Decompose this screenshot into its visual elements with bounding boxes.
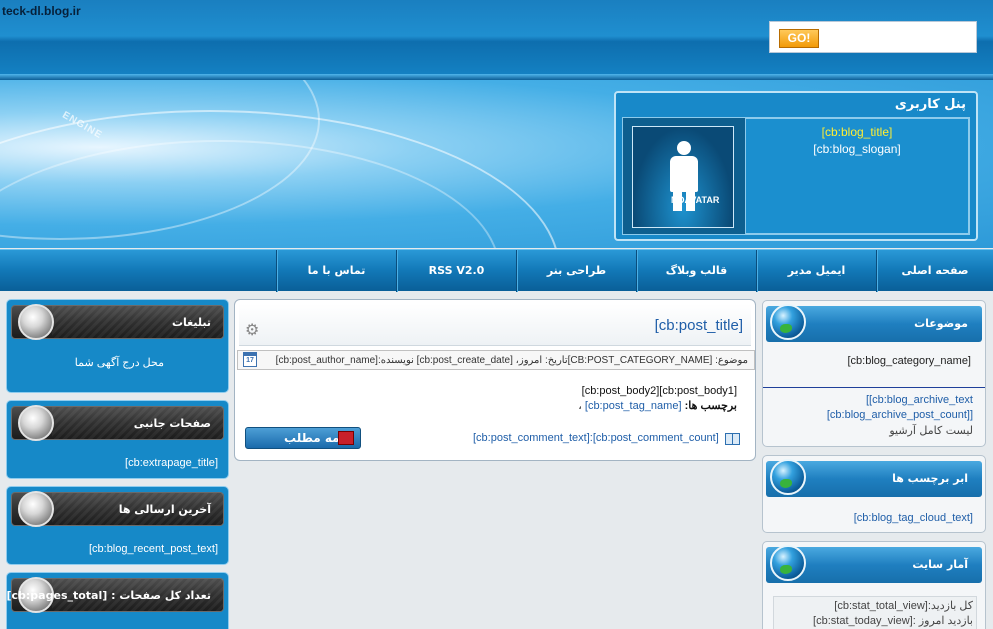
divider [763,387,985,388]
nav-item-contact[interactable]: تماس با ما [276,250,396,292]
header-bar: teck-dl.blog.ir GO! [0,0,993,80]
page-count-header: تعداد کل صفحات : [cb:pages_total] [6,577,224,613]
blog-slogan: [cb:blog_slogan] [813,142,901,156]
banner: ENGINE پنل کاربری NOAVATAR [cb:blog_titl… [0,80,993,248]
pages-title: صفحات جانبی [133,417,211,430]
stats-title: آمار سایت [912,558,968,571]
blog-title[interactable]: [cb:blog_title] [746,124,968,141]
nav-item-banner-design[interactable]: طراحی بنر [516,250,636,292]
globe-icon [770,545,806,581]
recent-post-link[interactable]: [cb:blog_recent_post_text] [89,543,218,555]
open-book-icon [725,433,740,445]
post-body: [cb:post_body1][cb:post_body2] برچسب ها:… [578,384,737,414]
post-tag-link[interactable]: [cb:post_tag_name] [585,400,682,412]
search-input[interactable] [824,27,972,49]
categories-title: موضوعات [914,317,968,330]
post-meta: موضوع: [CB:POST_CATEGORY_NAME]تاریخ: امر… [237,350,755,370]
recent-posts-box: آخرین ارسالی ها [cb:blog_recent_post_tex… [6,486,229,565]
post-tags-label: برچسب ها: [684,400,737,412]
search-box: GO! [769,21,977,53]
archive-text-link[interactable]: [[cb:blog_archive_text [866,394,973,406]
categories-header: موضوعات [766,304,982,342]
post-title-bar: [cb:post_title] ⚙ [239,304,751,346]
tag-cloud-link[interactable]: [cb:blog_tag_cloud_text] [854,512,973,524]
go-button[interactable]: GO! [779,29,819,48]
categories-box: موضوعات [cb:blog_category_name] [[cb:blo… [762,300,986,447]
stats-box: آمار سایت کل بازدید:[cb:stat_total_view]… [762,541,986,629]
book-icon [338,431,354,445]
pages-header: صفحات جانبی [11,405,224,441]
post-body-text: [cb:post_body1][cb:post_body2] [581,385,737,397]
full-archive-link[interactable]: لیست کامل آرشیو [889,424,973,437]
category-item[interactable]: [cb:blog_category_name] [847,355,971,367]
globe-icon [770,304,806,340]
page-count-box: تعداد کل صفحات : [cb:pages_total] [6,572,229,629]
recent-posts-header: آخرین ارسالی ها [11,491,224,527]
archive-count-link[interactable]: [cb:blog_archive_post_count]] [827,409,973,421]
recent-posts-title: آخرین ارسالی ها [118,503,211,516]
post-title[interactable]: [cb:post_title] [655,317,743,334]
nav-item-home[interactable]: صفحه اصلی [876,250,993,292]
tags-header: ابر برچسب ها [766,459,982,497]
blog-info: [cb:blog_title] [cb:blog_slogan] [745,118,969,234]
avatar-figure-icon [670,156,698,192]
stats-header: آمار سایت [766,545,982,583]
user-panel: پنل کاربری NOAVATAR [cb:blog_title] [cb:… [614,91,978,241]
stat-today-view: بازدید امروز :[cb:stat_today_view] [813,615,973,627]
comments-link[interactable]: [cb:post_comment_text]:[cb:post_comment_… [473,432,719,444]
nav-item-rss[interactable]: RSS V2.0 [396,250,516,292]
avatar-figure-icon [677,141,691,155]
orb-icon [18,304,54,340]
avatar: NOAVATAR [632,126,734,228]
stat-total-view: کل بازدید:[cb:stat_total_view] [834,600,973,612]
ads-title: تبلیغات [172,316,211,329]
user-panel-body: NOAVATAR [cb:blog_title] [cb:blog_slogan… [622,117,970,235]
tags-title: ابر برچسب ها [892,472,968,485]
gear-icon[interactable]: ⚙ [245,322,261,338]
orb-icon [18,405,54,441]
main-nav: صفحه اصلی ایمیل مدیر قالب وبلاگ طراحی بن… [0,249,993,292]
ads-box: تبلیغات محل درج آگهی شما [6,299,229,393]
post-tags-separator: ، [578,400,582,412]
site-url[interactable]: teck-dl.blog.ir [2,4,81,18]
ads-body[interactable]: محل درج آگهی شما [75,356,164,369]
nav-item-blog-template[interactable]: قالب وبلاگ [636,250,756,292]
orb-icon [18,491,54,527]
user-panel-title: پنل کاربری [894,97,966,112]
extra-page-link[interactable]: [cb:extrapage_title] [125,457,218,469]
post-card: [cb:post_title] ⚙ موضوع: [CB:POST_CATEGO… [234,299,756,461]
post-tags: برچسب ها: [cb:post_tag_name] ، [578,399,737,414]
page-count-title: تعداد کل صفحات : [cb:pages_total] [6,589,211,602]
nav-item-admin-email[interactable]: ایمیل مدیر [756,250,876,292]
tags-box: ابر برچسب ها [cb:blog_tag_cloud_text] [762,455,986,533]
calendar-icon: 17 [243,352,257,367]
read-more-button[interactable]: ادامه مطلب [245,427,361,449]
globe-icon [770,459,806,495]
ads-header: تبلیغات [11,304,224,340]
avatar-label: NOAVATAR [671,195,720,205]
pages-box: صفحات جانبی [cb:extrapage_title] [6,400,229,479]
